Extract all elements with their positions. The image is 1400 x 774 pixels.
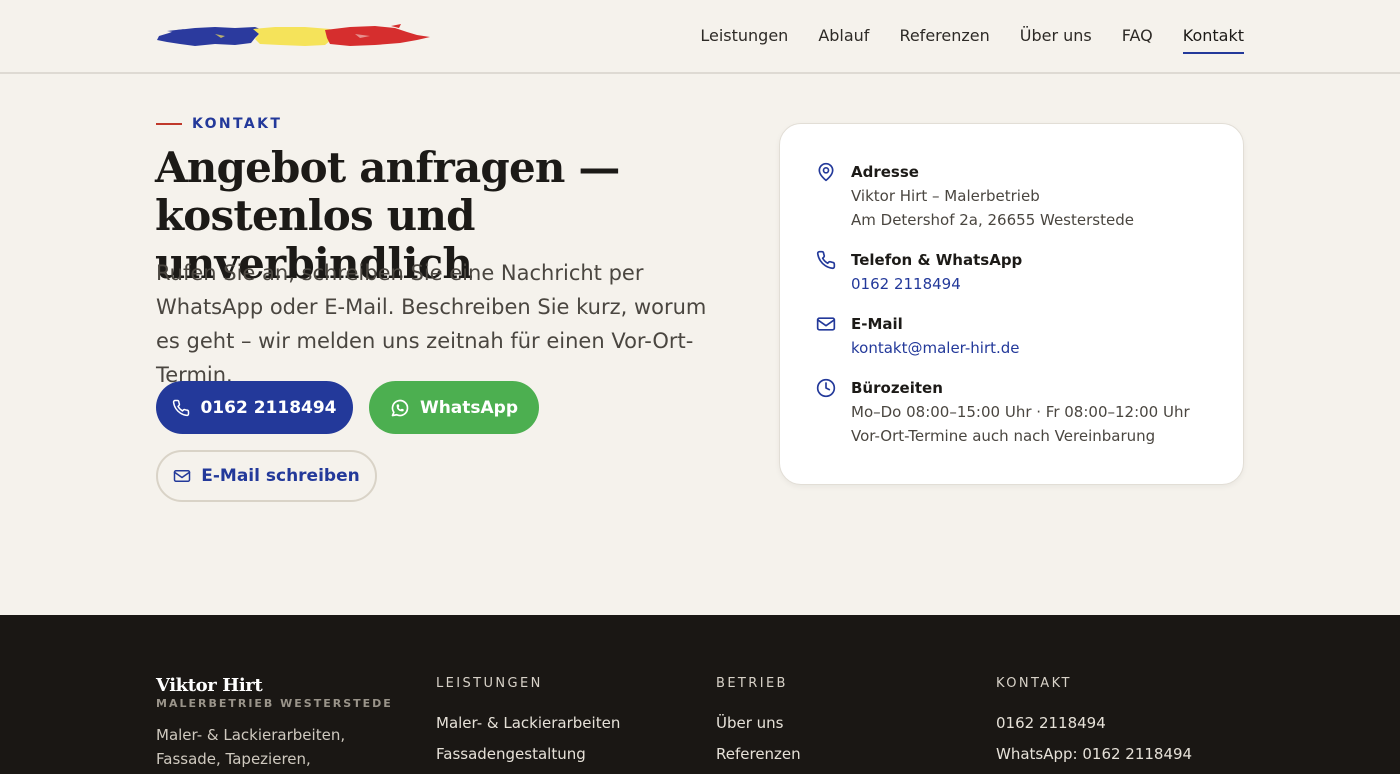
footer-link-phone[interactable]: 0162 2118494 <box>996 711 1192 735</box>
hours-line-1: Mo–Do 08:00–15:00 Uhr · Fr 08:00–12:00 U… <box>851 403 1190 421</box>
footer-link-fassade[interactable]: Fassadengestaltung <box>436 742 620 766</box>
footer-column-kontakt: KONTAKT 0162 2118494 WhatsApp: 0162 2118… <box>996 677 1192 773</box>
main-nav: Leistungen Ablauf Referenzen Über uns FA… <box>700 24 1244 54</box>
address-line-1: Viktor Hirt – Malerbetrieb <box>851 187 1040 205</box>
email-button-label: E-Mail schreiben <box>201 466 360 486</box>
footer-subtitle: MALERBETRIEB WESTERSTEDE <box>156 697 393 710</box>
hours-line-2: Vor-Ort-Termine auch nach Vereinbarung <box>851 427 1156 445</box>
hours-block: Bürozeiten Mo–Do 08:00–15:00 Uhr · Fr 08… <box>816 376 1190 448</box>
whatsapp-button[interactable]: WhatsApp <box>369 381 539 434</box>
footer-column-leistungen: LEISTUNGEN Maler- & Lackierarbeiten Fass… <box>436 677 620 773</box>
footer-link-whatsapp[interactable]: WhatsApp: 0162 2118494 <box>996 742 1192 766</box>
site-header: Leistungen Ablauf Referenzen Über uns FA… <box>0 0 1400 74</box>
contact-info-card: Adresse Viktor Hirt – Malerbetrieb Am De… <box>779 123 1244 485</box>
footer-link-maler[interactable]: Maler- & Lackierarbeiten <box>436 711 620 735</box>
nav-leistungen[interactable]: Leistungen <box>700 24 788 54</box>
footer-description: Maler- & Lackierarbeiten, Fassade, Tapez… <box>156 726 346 768</box>
clock-icon <box>816 378 836 398</box>
logo-brush-stroke[interactable] <box>155 22 431 50</box>
mail-icon <box>173 467 191 485</box>
headline-line-1: Angebot anfragen — <box>155 143 620 192</box>
phone-icon <box>172 399 190 417</box>
footer-heading-leistungen: LEISTUNGEN <box>436 676 543 691</box>
section-eyebrow: KONTAKT <box>156 116 282 132</box>
email-button[interactable]: E-Mail schreiben <box>156 450 377 502</box>
nav-faq[interactable]: FAQ <box>1122 24 1153 54</box>
call-button-label: 0162 2118494 <box>200 397 337 418</box>
phone-title: Telefon & WhatsApp <box>851 251 1023 269</box>
nav-referenzen[interactable]: Referenzen <box>899 24 989 54</box>
footer-link-ueber-uns[interactable]: Über uns <box>716 711 801 735</box>
map-pin-icon <box>816 162 836 182</box>
whatsapp-button-label: WhatsApp <box>419 397 519 418</box>
nav-ueber-uns[interactable]: Über uns <box>1020 24 1092 54</box>
email-title: E-Mail <box>851 315 903 333</box>
email-block: E-Mail kontakt@maler-hirt.de <box>816 312 1020 360</box>
footer-heading-betrieb: BETRIEB <box>716 676 788 691</box>
whatsapp-icon <box>390 398 410 418</box>
eyebrow-accent-line <box>156 123 182 125</box>
email-link[interactable]: kontakt@maler-hirt.de <box>851 336 1020 360</box>
footer-brand: Viktor Hirt <box>156 675 263 696</box>
phone-block: Telefon & WhatsApp 0162 2118494 <box>816 248 1022 296</box>
call-button[interactable]: 0162 2118494 <box>156 381 353 434</box>
phone-icon <box>816 250 836 270</box>
address-title: Adresse <box>851 163 919 181</box>
phone-link[interactable]: 0162 2118494 <box>851 272 1022 296</box>
footer-column-betrieb: BETRIEB Über uns Referenzen <box>716 677 801 773</box>
mail-icon <box>816 314 836 334</box>
nav-ablauf[interactable]: Ablauf <box>818 24 869 54</box>
intro-text: Rufen Sie an, schreiben Sie eine Nachric… <box>156 261 707 387</box>
hours-title: Bürozeiten <box>851 379 943 397</box>
nav-kontakt[interactable]: Kontakt <box>1182 24 1244 54</box>
address-line-2: Am Detershof 2a, 26655 Westerstede <box>851 211 1134 229</box>
eyebrow-label: KONTAKT <box>192 116 283 132</box>
footer-heading-kontakt: KONTAKT <box>996 676 1072 691</box>
footer-link-referenzen[interactable]: Referenzen <box>716 742 801 766</box>
site-footer: Viktor Hirt MALERBETRIEB WESTERSTEDE Mal… <box>0 615 1400 774</box>
address-block: Adresse Viktor Hirt – Malerbetrieb Am De… <box>816 160 1134 232</box>
